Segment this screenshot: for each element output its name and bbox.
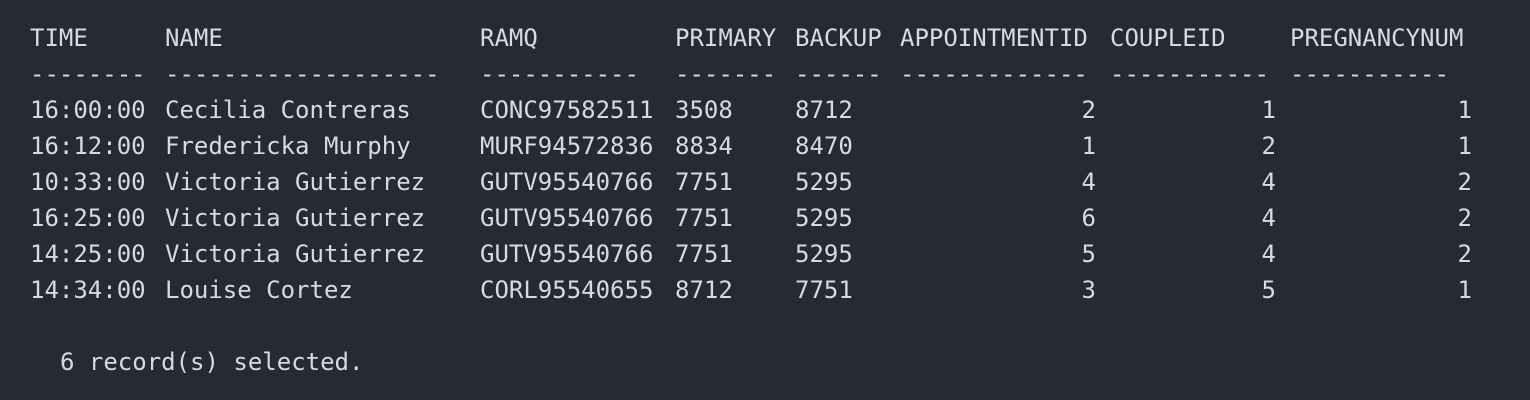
record-count-message: 6 record(s) selected. <box>60 348 364 376</box>
table-cell-coupleid: 4 <box>1261 168 1276 196</box>
column-separator: ------ <box>795 60 882 88</box>
table-cell-time: 14:34:00 <box>30 276 146 304</box>
table-cell-pregnancynum: 1 <box>1457 276 1472 304</box>
table-cell-coupleid: 2 <box>1261 132 1276 160</box>
table-cell-name: Fredericka Murphy <box>165 132 411 160</box>
table-cell-ramq: GUTV95540766 <box>480 168 654 196</box>
table-cell-backup: 5295 <box>795 240 853 268</box>
table-cell-coupleid: 4 <box>1261 204 1276 232</box>
table-cell-appointmentid: 1 <box>1081 132 1096 160</box>
column-header-coupleid: COUPLEID <box>1110 24 1226 52</box>
table-cell-time: 16:00:00 <box>30 96 146 124</box>
column-separator: -------- <box>30 60 146 88</box>
table-cell-ramq: GUTV95540766 <box>480 240 654 268</box>
table-cell-backup: 7751 <box>795 276 853 304</box>
table-cell-appointmentid: 4 <box>1081 168 1096 196</box>
table-cell-time: 14:25:00 <box>30 240 146 268</box>
table-cell-ramq: GUTV95540766 <box>480 204 654 232</box>
column-separator: ----------- <box>1110 60 1269 88</box>
table-cell-pregnancynum: 2 <box>1457 240 1472 268</box>
table-cell-primary: 8712 <box>675 276 733 304</box>
table-cell-ramq: CONC97582511 <box>480 96 654 124</box>
table-cell-name: Louise Cortez <box>165 276 353 304</box>
table-cell-pregnancynum: 2 <box>1457 168 1472 196</box>
column-separator: ------- <box>675 60 777 88</box>
column-header-primary: PRIMARY <box>675 24 777 52</box>
table-cell-name: Victoria Gutierrez <box>165 204 426 232</box>
column-header-pregnancynum: PREGNANCYNUM <box>1290 24 1464 52</box>
table-cell-time: 16:25:00 <box>30 204 146 232</box>
table-cell-name: Victoria Gutierrez <box>165 168 426 196</box>
table-cell-backup: 5295 <box>795 168 853 196</box>
table-cell-primary: 3508 <box>675 96 733 124</box>
table-cell-coupleid: 1 <box>1261 96 1276 124</box>
table-cell-time: 16:12:00 <box>30 132 146 160</box>
column-separator: ----------- <box>1290 60 1449 88</box>
column-header-backup: BACKUP <box>795 24 882 52</box>
table-cell-coupleid: 5 <box>1261 276 1276 304</box>
table-cell-pregnancynum: 2 <box>1457 204 1472 232</box>
table-cell-backup: 8712 <box>795 96 853 124</box>
table-cell-primary: 7751 <box>675 240 733 268</box>
table-cell-ramq: CORL95540655 <box>480 276 654 304</box>
table-cell-time: 10:33:00 <box>30 168 146 196</box>
column-header-time: TIME <box>30 24 88 52</box>
column-header-ramq: RAMQ <box>480 24 538 52</box>
table-cell-backup: 8470 <box>795 132 853 160</box>
column-separator: ------------------- <box>165 60 440 88</box>
table-cell-primary: 8834 <box>675 132 733 160</box>
table-cell-pregnancynum: 1 <box>1457 96 1472 124</box>
table-cell-ramq: MURF94572836 <box>480 132 654 160</box>
table-cell-appointmentid: 6 <box>1081 204 1096 232</box>
table-cell-backup: 5295 <box>795 204 853 232</box>
table-cell-name: Victoria Gutierrez <box>165 240 426 268</box>
terminal-output: TIME NAME RAMQ PRIMARY BACKUP APPOINTMENTID CO… <box>0 0 1530 400</box>
column-separator: ----------- <box>480 60 639 88</box>
table-cell-appointmentid: 5 <box>1081 240 1096 268</box>
table-cell-primary: 7751 <box>675 204 733 232</box>
table-cell-primary: 7751 <box>675 168 733 196</box>
column-header-appointmentid: APPOINTMENTID <box>900 24 1088 52</box>
column-header-name: NAME <box>165 24 223 52</box>
table-cell-coupleid: 4 <box>1261 240 1276 268</box>
table-cell-pregnancynum: 1 <box>1457 132 1472 160</box>
column-separator: ------------- <box>900 60 1088 88</box>
table-cell-appointmentid: 2 <box>1081 96 1096 124</box>
table-cell-appointmentid: 3 <box>1081 276 1096 304</box>
table-cell-name: Cecilia Contreras <box>165 96 411 124</box>
